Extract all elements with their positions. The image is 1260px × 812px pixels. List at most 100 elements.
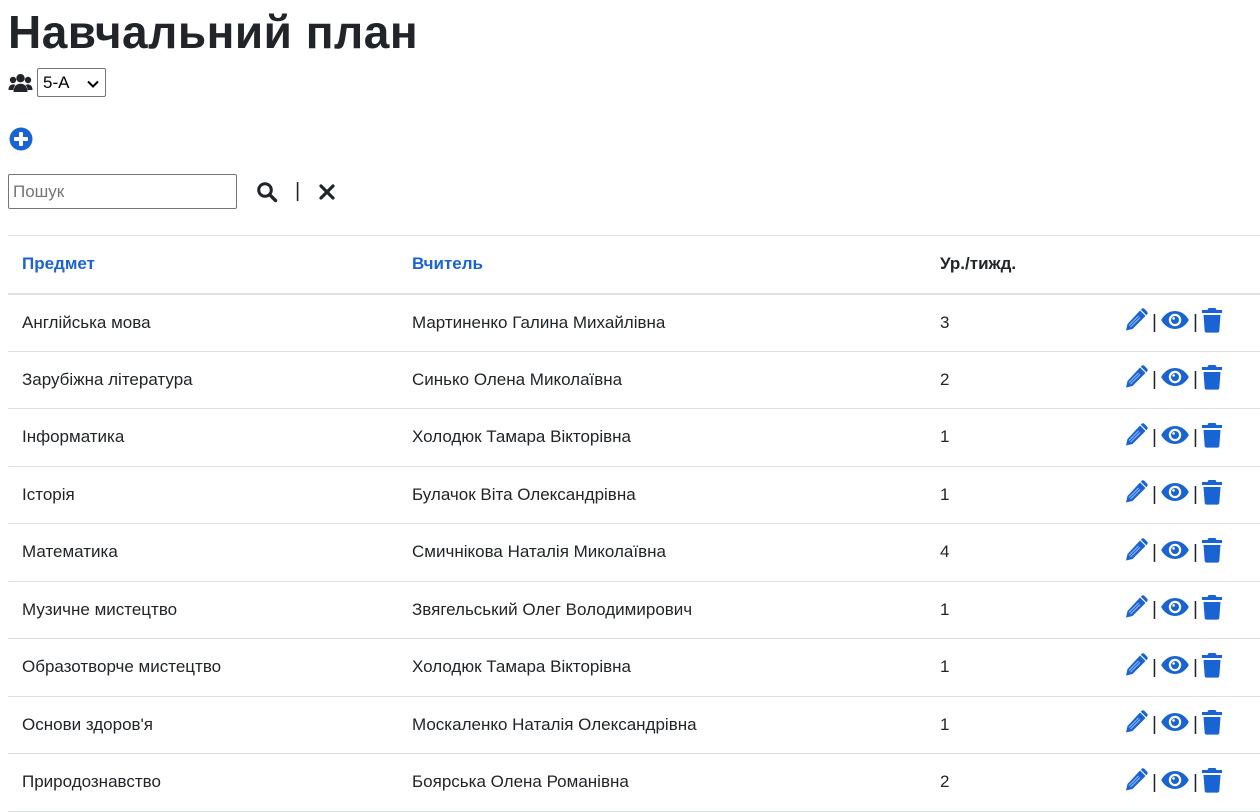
edit-button[interactable]: [1123, 364, 1149, 395]
header-subject[interactable]: Предмет: [8, 236, 398, 294]
action-separator: |: [1192, 484, 1198, 506]
table-row: Основи здоров'я Москаленко Наталія Олекс…: [8, 696, 1260, 754]
cell-hours: 1: [940, 599, 950, 619]
action-separator: |: [1152, 599, 1157, 621]
edit-button[interactable]: [1123, 767, 1149, 798]
action-separator: |: [1192, 599, 1198, 621]
trash-icon: [1201, 537, 1223, 568]
cell-subject: Образотворче мистецтво: [22, 657, 222, 677]
pencil-icon: [1123, 537, 1149, 568]
cell-hours: 1: [940, 657, 950, 677]
action-separator: |: [1192, 714, 1198, 736]
edit-button[interactable]: [1123, 479, 1149, 510]
cell-subject: Природознавство: [22, 772, 161, 792]
delete-button[interactable]: [1201, 364, 1223, 395]
cell-teacher: Синько Олена Миколаївна: [412, 369, 623, 389]
cell-actions: | |: [1109, 466, 1260, 524]
cell-hours: 2: [940, 772, 950, 792]
pencil-icon: [1123, 307, 1149, 338]
search-input[interactable]: [8, 174, 237, 209]
page-title: Навчальний план: [8, 6, 419, 58]
table-row: Інформатика Холодюк Тамара Вікторівна 1 …: [8, 409, 1260, 467]
cell-teacher: Мартиненко Галина Михайлівна: [412, 312, 666, 332]
eye-icon: [1160, 711, 1190, 738]
pencil-icon: [1123, 594, 1149, 625]
search-button[interactable]: [256, 181, 278, 203]
cell-teacher: Боярська Олена Романівна: [412, 772, 629, 792]
cell-hours: 1: [940, 484, 950, 504]
delete-button[interactable]: [1201, 422, 1223, 453]
trash-icon: [1201, 307, 1223, 338]
edit-button[interactable]: [1123, 709, 1149, 740]
action-separator: |: [1192, 312, 1198, 333]
pencil-icon: [1123, 479, 1149, 510]
cell-hours: 4: [940, 542, 950, 562]
class-selector-row: 5-А: [8, 68, 106, 97]
table-row: Зарубіжна література Синько Олена Микола…: [8, 351, 1260, 409]
header-actions: [1109, 236, 1260, 294]
view-button[interactable]: [1160, 654, 1190, 681]
cell-actions: | |: [1109, 639, 1260, 697]
delete-button[interactable]: [1201, 652, 1223, 683]
pencil-icon: [1123, 652, 1149, 683]
table-row: Образотворче мистецтво Холодюк Тамара Ві…: [8, 639, 1260, 697]
trash-icon: [1201, 422, 1223, 453]
table-header-row: Предмет Вчитель Ур./тижд.: [8, 235, 1260, 294]
delete-button[interactable]: [1201, 537, 1223, 568]
cell-teacher: Холодюк Тамара Вікторівна: [412, 427, 631, 447]
cell-subject: Зарубіжна література: [22, 369, 193, 389]
view-button[interactable]: [1160, 424, 1190, 451]
view-button[interactable]: [1160, 539, 1190, 566]
delete-button[interactable]: [1201, 479, 1223, 510]
delete-button[interactable]: [1201, 307, 1223, 338]
eye-icon: [1160, 481, 1190, 508]
eye-icon: [1160, 424, 1190, 451]
cell-actions: | |: [1109, 581, 1260, 639]
cell-actions: | |: [1109, 351, 1260, 409]
cell-teacher: Холодюк Тамара Вікторівна: [412, 657, 631, 677]
clear-search-button[interactable]: [318, 183, 336, 201]
edit-button[interactable]: [1123, 652, 1149, 683]
view-button[interactable]: [1160, 711, 1190, 738]
table-row: Музичне мистецтво Звягельський Олег Воло…: [8, 581, 1260, 639]
chevron-down-icon: [87, 73, 99, 93]
action-separator: |: [1192, 426, 1198, 448]
edit-button[interactable]: [1123, 307, 1149, 338]
delete-button[interactable]: [1201, 767, 1223, 798]
add-subject-button[interactable]: [9, 127, 33, 151]
header-teacher-label[interactable]: Вчитель: [412, 254, 483, 273]
class-select-value: 5-А: [43, 72, 70, 92]
action-separator: |: [1192, 771, 1198, 793]
cell-subject: Інформатика: [22, 427, 125, 447]
cell-subject: Музичне мистецтво: [22, 599, 178, 619]
eye-icon: [1160, 654, 1190, 681]
action-separator: |: [1152, 369, 1157, 391]
edit-button[interactable]: [1123, 537, 1149, 568]
eye-icon: [1160, 309, 1190, 336]
view-button[interactable]: [1160, 596, 1190, 623]
delete-button[interactable]: [1201, 709, 1223, 740]
cell-actions: | |: [1109, 409, 1260, 467]
curriculum-table: Предмет Вчитель Ур./тижд. Англійська мов…: [8, 235, 1260, 812]
delete-button[interactable]: [1201, 594, 1223, 625]
view-button[interactable]: [1160, 309, 1190, 336]
edit-button[interactable]: [1123, 594, 1149, 625]
pencil-icon: [1123, 364, 1149, 395]
view-button[interactable]: [1160, 366, 1190, 393]
edit-button[interactable]: [1123, 422, 1149, 453]
action-separator: |: [1152, 541, 1157, 563]
table-row: Природознавство Боярська Олена Романівна…: [8, 754, 1260, 811]
class-select[interactable]: 5-А: [37, 68, 106, 97]
cell-teacher: Булачок Віта Олександрівна: [412, 484, 636, 504]
header-subject-label[interactable]: Предмет: [22, 254, 95, 273]
view-button[interactable]: [1160, 481, 1190, 508]
header-teacher[interactable]: Вчитель: [398, 236, 926, 294]
cell-subject: Основи здоров'я: [22, 714, 154, 734]
view-button[interactable]: [1160, 769, 1190, 796]
table-row: Англійська мова Мартиненко Галина Михайл…: [8, 294, 1260, 352]
cell-actions: | |: [1109, 294, 1260, 352]
search-icon: [256, 181, 278, 207]
cell-subject: Англійська мова: [22, 312, 151, 332]
action-separator: |: [1192, 541, 1198, 563]
header-hours: Ур./тижд.: [940, 254, 1017, 274]
